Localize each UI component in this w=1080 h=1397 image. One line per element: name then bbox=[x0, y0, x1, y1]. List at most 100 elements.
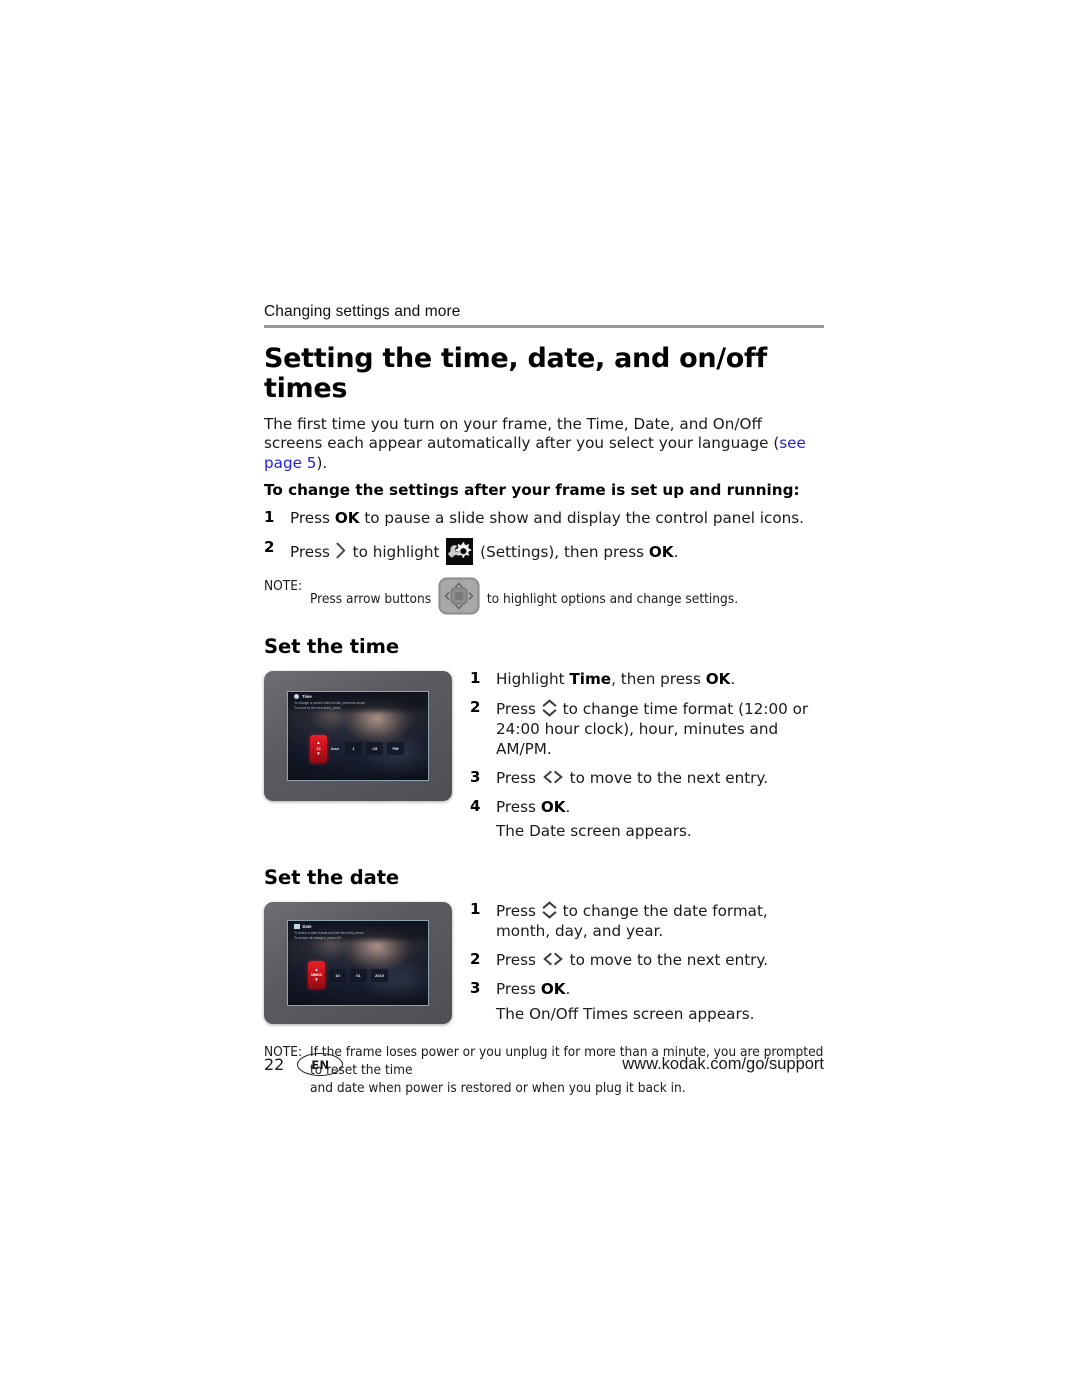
step-text-c: . bbox=[565, 798, 571, 817]
screen-help-time: To change a current field format, press … bbox=[294, 701, 406, 711]
set-time-step-1: 1 Highlight Time, then press OK. bbox=[470, 669, 824, 689]
set-date-result-text: The On/Off Times screen appears. bbox=[496, 1004, 755, 1023]
selector-value: 12 bbox=[316, 745, 321, 751]
step-text-a: Highlight bbox=[496, 669, 570, 688]
chevron-left-right-icon bbox=[541, 769, 565, 785]
note-power-line-2: and date when power is restored or when … bbox=[310, 1079, 686, 1096]
screen-selector-time[interactable]: ▲ 12 ▼ bbox=[310, 734, 327, 763]
step-text-a: Press bbox=[496, 951, 541, 970]
screen-title-label: Date bbox=[302, 923, 312, 929]
step-number: 3 bbox=[470, 768, 481, 787]
step-number: 3 bbox=[470, 979, 481, 998]
screen-field-hour[interactable]: 1 bbox=[344, 742, 362, 756]
language-badge: EN bbox=[297, 1053, 344, 1076]
set-date-steps-list: 1 Press to change the date format, month,… bbox=[470, 900, 824, 1023]
header-rule bbox=[264, 325, 824, 329]
screen-help-line-2: To move to the next entry, press bbox=[294, 706, 341, 711]
screen-field-year[interactable]: 2010 bbox=[371, 968, 388, 982]
step-text-a: Press bbox=[496, 769, 541, 788]
chevron-right-icon bbox=[335, 541, 348, 560]
set-time-steps: 1 Highlight Time, then press OK. 2 Press t… bbox=[470, 667, 824, 850]
page-number: 22 bbox=[264, 1055, 285, 1074]
screen-title-label: Time bbox=[302, 694, 312, 700]
support-url[interactable]: www.kodak.com/go/support bbox=[622, 1055, 824, 1074]
set-date-step-1: 1 Press to change the date format, month,… bbox=[470, 900, 824, 941]
intro-paragraph: The first time you turn on your frame, t… bbox=[264, 415, 824, 474]
step-text-c: (Settings), then press bbox=[475, 542, 649, 561]
step-text-b: to pause a slide show and display the co… bbox=[359, 508, 805, 527]
set-date-heading: Set the date bbox=[264, 866, 400, 890]
step-number: 2 bbox=[470, 950, 481, 969]
step-number: 2 bbox=[264, 537, 275, 556]
chevron-up-down-icon bbox=[541, 698, 558, 718]
step-text-b: to highlight bbox=[347, 542, 445, 561]
caret-down-icon: ▼ bbox=[316, 751, 321, 757]
step-text-bold-ok: OK bbox=[705, 669, 731, 688]
caret-down-icon: ▼ bbox=[314, 977, 319, 983]
set-date-steps: 1 Press to change the date format, month,… bbox=[470, 898, 824, 1032]
step-number: 1 bbox=[264, 507, 275, 526]
photo-frame-device-date: Date To select a date format and the fir… bbox=[264, 902, 452, 1025]
step-text-a: Press bbox=[290, 508, 335, 527]
step-number: 1 bbox=[470, 900, 481, 919]
screen-field-month[interactable]: 10 bbox=[329, 968, 346, 982]
screen-help-line-2: To accept all changes, press OK bbox=[294, 935, 342, 940]
note-label: NOTE: bbox=[264, 577, 303, 594]
dpad-arrow-buttons-icon bbox=[438, 577, 480, 615]
note-text-before: Press arrow buttons bbox=[310, 590, 432, 607]
screen-help-date: To select a date format and the first en… bbox=[294, 931, 406, 941]
step-text-bold-time: Time bbox=[569, 669, 612, 688]
screen-fields-time: ▲ 12 ▼ hour 1 :15 PM bbox=[310, 734, 404, 763]
photo-frame-device-time: Time To change a current field format, p… bbox=[264, 670, 452, 801]
settings-gear-wrench-icon bbox=[446, 537, 474, 565]
step-text-a: Press bbox=[496, 980, 541, 999]
screen-fields-date: ▲ MM/DD ▼ 10 01 2010 bbox=[308, 961, 388, 990]
page-title: Setting the time, date, and on/off times bbox=[264, 343, 767, 405]
step-text-a: Press bbox=[496, 699, 541, 718]
step-text-b: to move to the next entry. bbox=[564, 769, 769, 788]
step-number: 1 bbox=[470, 668, 481, 687]
intro-text-before: The first time you turn on your frame, t… bbox=[264, 414, 780, 453]
main-step-2: 2 Press to highlight (Settings), then pre… bbox=[264, 537, 824, 565]
set-time-figure: Time To change a current field format, p… bbox=[264, 667, 454, 801]
screen-field-ampm[interactable]: PM bbox=[386, 742, 404, 756]
screen-field-day[interactable]: 01 bbox=[350, 968, 367, 982]
calendar-icon bbox=[294, 923, 300, 929]
frame-screen-time: Time To change a current field format, p… bbox=[287, 690, 429, 781]
note-text-after: to highlight options and change settings… bbox=[486, 590, 739, 607]
chevron-up-down-icon bbox=[541, 900, 558, 920]
screen-title-time: Time bbox=[294, 694, 312, 700]
set-time-heading: Set the time bbox=[264, 634, 399, 658]
step-text-a: Press bbox=[496, 798, 541, 817]
main-step-1: 1 Press OK to pause a slide show and disp… bbox=[264, 508, 824, 528]
step-number: 2 bbox=[470, 697, 481, 716]
step-text-b: to move to the next entry. bbox=[564, 951, 769, 970]
set-date-step-2: 2 Press to move to the next entry. bbox=[470, 950, 824, 970]
step-text-bold: OK bbox=[334, 508, 360, 527]
document-page: Changing settings and more Setting the t… bbox=[0, 0, 1080, 1397]
step-text-bold-ok: OK bbox=[648, 542, 674, 561]
note-arrow-buttons: NOTE: Press arrow buttons to highlight op… bbox=[264, 577, 824, 615]
step-text-a: Press bbox=[290, 542, 335, 561]
step-text-end: . bbox=[673, 542, 679, 561]
set-time-result-text: The Date screen appears. bbox=[496, 822, 692, 841]
screen-field-minutes[interactable]: :15 bbox=[365, 742, 383, 756]
step-text-a: Press bbox=[496, 902, 541, 921]
see-page-link-number: 5 bbox=[306, 454, 317, 473]
set-time-row: Time To change a current field format, p… bbox=[264, 667, 824, 850]
intro-text-after: ). bbox=[316, 454, 328, 473]
page-content: Changing settings and more Setting the t… bbox=[264, 303, 824, 1097]
screen-selector-date[interactable]: ▲ MM/DD ▼ bbox=[308, 961, 325, 990]
main-steps-list: 1 Press OK to pause a slide show and disp… bbox=[264, 508, 824, 565]
step-text-c: . bbox=[565, 980, 571, 999]
step-text-bold-ok: OK bbox=[540, 980, 566, 999]
set-date-row: Date To select a date format and the fir… bbox=[264, 898, 824, 1032]
selector-label: hour bbox=[331, 746, 339, 751]
set-time-step-2: 2 Press to change time format (12:00 or 2… bbox=[470, 698, 824, 759]
set-date-step-3: 3 Press OK. The On/Off Times screen appea… bbox=[470, 979, 824, 1023]
set-date-figure: Date To select a date format and the fir… bbox=[264, 898, 454, 1025]
caret-up-icon: ▲ bbox=[316, 739, 321, 745]
set-time-step-3: 3 Press to move to the next entry. bbox=[470, 768, 824, 788]
step-text-bold-ok: OK bbox=[540, 798, 566, 817]
step-text-b: , then press bbox=[611, 669, 706, 688]
